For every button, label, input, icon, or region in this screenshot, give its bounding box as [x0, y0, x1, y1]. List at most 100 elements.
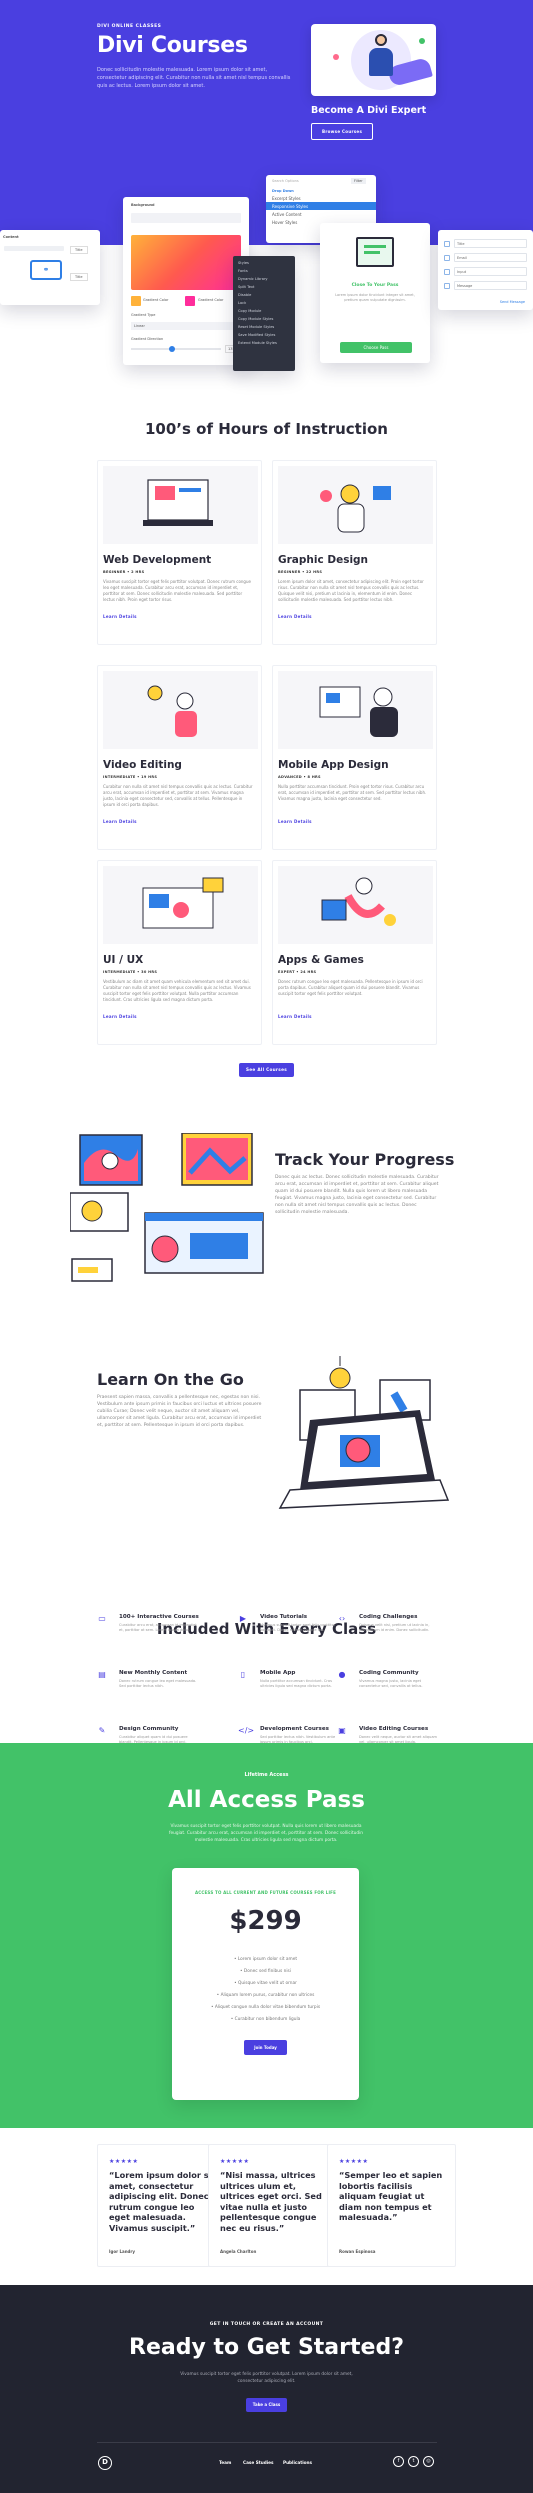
pass-title: Close To Your Pass [351, 283, 399, 288]
panel-input[interactable]: Title [70, 246, 88, 254]
code-icon: ‹› [338, 1614, 346, 1623]
twitter-icon[interactable]: t [408, 2456, 419, 2467]
context-menu-item[interactable]: Copy Module [233, 307, 295, 315]
form-input[interactable]: Message [454, 281, 527, 290]
course-description: Vestibulum ac diam sit amet quam vehicul… [103, 979, 251, 1002]
link-icon[interactable]: ⚭ [30, 260, 62, 280]
gradient-type-select[interactable]: Linear [131, 322, 241, 330]
slider-handle[interactable] [169, 346, 175, 352]
context-menu-item[interactable]: Copy Module Styles [233, 315, 295, 323]
footer-nav-team[interactable]: Team [219, 2460, 231, 2465]
gradient-color-1-swatch[interactable] [131, 296, 141, 306]
facebook-icon[interactable]: f [393, 2456, 404, 2467]
course-card[interactable]: Web Development BEGINNER • 2 HRS Vivamus s… [97, 460, 262, 645]
feature-list-item: Donec sed finibus nisi [172, 1966, 359, 1978]
course-card[interactable]: Graphic Design BEGINNER • 22 HRS Lorem ips… [272, 460, 437, 645]
search-options-input[interactable]: Search Options [272, 179, 299, 183]
design-icon: ✎ [98, 1726, 106, 1735]
see-all-courses-button[interactable]: See All Courses [239, 1063, 294, 1077]
learn-details-link[interactable]: Learn Details [103, 1014, 137, 1019]
checkbox[interactable] [444, 282, 450, 289]
course-card[interactable]: Video Editing INTERMEDIATE • 19 HRS Curabi… [97, 665, 262, 850]
send-message-button[interactable]: Send Message [500, 300, 525, 304]
context-menu-item[interactable]: Styles [233, 259, 295, 267]
illustration-person-head [375, 34, 387, 46]
pass-desc: Vivamus suscipit tortor eget felis portt… [169, 1824, 363, 1843]
learn-details-link[interactable]: Learn Details [103, 819, 137, 824]
learn-details-link[interactable]: Learn Details [278, 819, 312, 824]
context-menu-item[interactable]: Split Text [233, 283, 295, 291]
pass-desc: Lorem ipsum dolor tincidunt integer sit … [335, 293, 415, 302]
footer-nav-case-studies[interactable]: Case Studies [243, 2460, 273, 2465]
course-card[interactable]: UI / UX INTERMEDIATE • 30 HRS Vestibulum a… [97, 860, 262, 1045]
course-thumbnail [103, 466, 258, 544]
feature-title: 100+ Interactive Courses [119, 1614, 199, 1620]
monitor-icon [356, 237, 394, 267]
course-thumbnail [103, 671, 258, 749]
checkbox[interactable] [444, 240, 450, 247]
instagram-icon[interactable]: ◎ [423, 2456, 434, 2467]
course-thumbnail [103, 866, 258, 944]
gradient-color-2-swatch[interactable] [185, 296, 195, 306]
context-menu-item[interactable]: Extend Module Styles [233, 339, 295, 347]
video-icon: ▶ [239, 1614, 247, 1623]
monitor-line [364, 245, 386, 248]
context-menu-item[interactable]: Lock [233, 299, 295, 307]
panel-input[interactable]: Title [70, 273, 88, 281]
context-menu-item[interactable]: Dynamic Library [233, 275, 295, 283]
feature-list-item: Aliquet congue nulla dolor vitae bibendu… [172, 2002, 359, 2014]
course-card[interactable]: Apps & Games EXPERT • 24 HRS Donec rutrum … [272, 860, 437, 1045]
go-desc: Praesent sapien massa, convallis a pelle… [97, 1395, 262, 1428]
checkbox[interactable] [444, 268, 450, 275]
form-input[interactable]: Email [454, 253, 527, 262]
course-description: Curabitur non nulla sit amet nisl tempus… [103, 784, 253, 807]
menu-item[interactable]: Excerpt Styles [266, 194, 376, 202]
gradient-direction-slider[interactable] [131, 348, 221, 350]
browser-block [190, 1233, 248, 1259]
footer-nav-publications[interactable]: Publications [283, 2460, 312, 2465]
rating-stars: ★★★★★ [109, 2158, 139, 2165]
browse-courses-button[interactable]: Browse Courses [311, 123, 374, 140]
feature-title: Mobile App [260, 1670, 296, 1676]
menu-item-selected[interactable]: Responsive Styles [266, 202, 376, 210]
lightbulb-icon [329, 1367, 351, 1389]
divi-logo-icon[interactable]: D [98, 2456, 112, 2470]
learn-details-link[interactable]: Learn Details [278, 1014, 312, 1019]
small-card-bar [78, 1267, 98, 1273]
footer-divider [97, 2442, 437, 2443]
context-menu-item[interactable]: Disable [233, 291, 295, 299]
checkbox[interactable] [444, 254, 450, 261]
choose-pass-button[interactable]: Choose Pass [340, 342, 412, 353]
hero-eyebrow: Divi Online Classes [97, 24, 162, 29]
testimonial-card: ★★★★★ “Nisi massa, ultrices ultrices ulum… [208, 2144, 337, 2267]
feature-title: Coding Community [359, 1670, 419, 1676]
join-today-button[interactable]: Join Today [244, 2040, 287, 2055]
course-card[interactable]: Mobile App Design ADVANCED • 8 HRS Nulla p… [272, 665, 437, 850]
background-tabs[interactable] [131, 213, 241, 223]
hero-cta-heading: Become A Divi Expert [311, 105, 427, 116]
testimonial-quote: “Lorem ipsum dolor sit amet, consectetur… [109, 2170, 216, 2233]
gradient-color-1-label: Gradient Color [143, 298, 169, 302]
testimonial-author: Rowan Espinosa [339, 2249, 376, 2254]
pass-title: All Access Pass [168, 1787, 365, 1813]
menu-item[interactable]: Active Content [266, 210, 376, 218]
context-menu-item[interactable]: Save Modified Styles [233, 331, 295, 339]
hero-text: Divi Online Classes Divi Courses Donec s… [97, 24, 307, 90]
form-input[interactable]: Title [454, 239, 527, 248]
illustration-person-body [369, 48, 393, 76]
testimonial-author: Angela Charlton [220, 2249, 257, 2254]
pricing-preview-panel: Close To Your Pass Lorem ipsum dolor tin… [320, 223, 430, 363]
context-menu-item[interactable]: Reset Module Styles [233, 323, 295, 331]
course-illustration [320, 484, 391, 533]
filter-button[interactable]: Filter [351, 178, 366, 184]
take-a-class-button[interactable]: Take a Class [246, 2398, 287, 2412]
gradient-direction-label: Gradient Direction [131, 337, 164, 341]
learn-details-link[interactable]: Learn Details [278, 614, 312, 619]
footer-title: Ready to Get Started? [129, 2335, 404, 2360]
laptop-illustration [278, 1356, 450, 1509]
feature-title: Coding Challenges [359, 1614, 418, 1620]
illustration-dot [419, 38, 425, 44]
learn-details-link[interactable]: Learn Details [103, 614, 137, 619]
form-input[interactable]: Input [454, 267, 527, 276]
context-menu-item[interactable]: Fonts [233, 267, 295, 275]
